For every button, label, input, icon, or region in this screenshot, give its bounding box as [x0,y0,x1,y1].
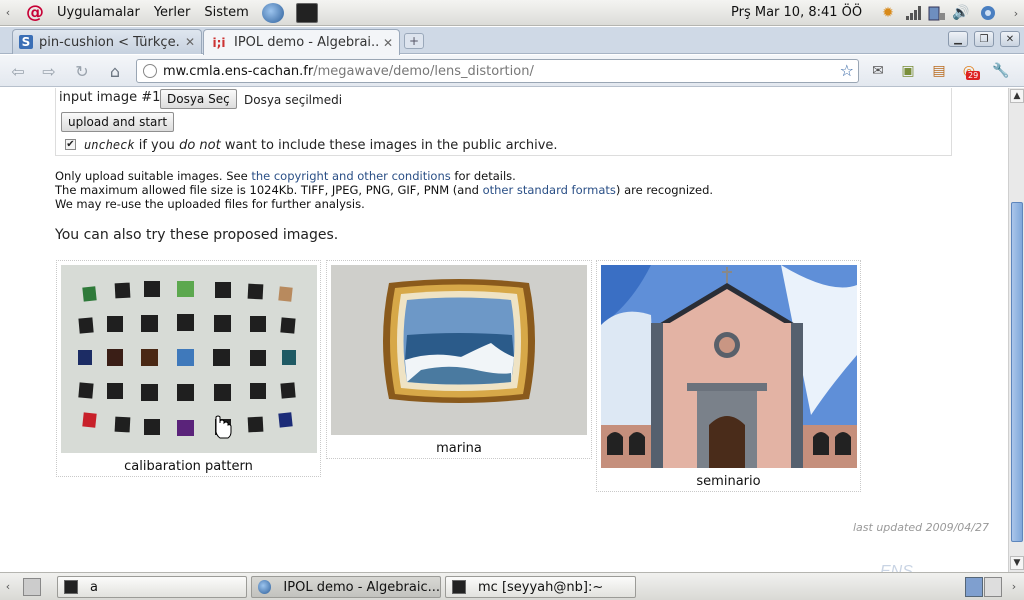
update-notifier-icon[interactable]: ✹ [878,3,898,23]
tab-ipol-demo[interactable]: i;i IPOL demo - Algebrai... ✕ [203,29,400,55]
scroll-up-icon[interactable]: ▲ [1010,89,1024,103]
copyright-link[interactable]: the copyright and other conditions [251,169,450,183]
volume-icon[interactable]: 🔊 [951,3,971,23]
tab-close-icon[interactable]: ✕ [185,35,195,49]
browser-toolbar: ⇦ ⇨ ↻ ⌂ mw.cmla.ens-cachan.fr/megawave/d… [0,55,1024,87]
note-line-2: The maximum allowed file size is 1024Kb.… [55,183,713,197]
vertical-scrollbar[interactable]: ▲ ▼ [1008,88,1024,572]
upload-and-start-button[interactable]: upload and start [61,112,175,132]
marina-image[interactable] [331,265,587,435]
thumbnail-caption[interactable]: seminario [596,474,861,489]
calibration-pattern-image[interactable] [61,265,317,453]
task-browser[interactable]: IPOL demo - Algebraic... [251,576,441,598]
panel-right-arrow-icon[interactable]: › [1008,0,1024,26]
close-window-button[interactable]: ✕ [1000,31,1020,47]
url-host: mw.cmla.ens-cachan.fr [163,63,314,79]
note-line-3: We may re-use the uploaded files for fur… [55,197,365,211]
url-path: /megawave/demo/lens_distortion/ [313,63,534,79]
consent-part-1: if you [138,138,175,153]
note-line-1: Only upload suitable images. See the cop… [55,169,516,183]
menu-system[interactable]: Sistem [197,5,255,20]
do-not-word: do not [179,138,221,153]
terminal-launcher-icon[interactable] [295,2,318,23]
scroll-down-icon[interactable]: ▼ [1010,556,1024,570]
maximize-button[interactable]: ❐ [974,31,994,47]
menu-places[interactable]: Yerler [147,5,198,20]
battery-icon[interactable] [926,3,946,23]
wrench-icon[interactable]: 🔧 [990,61,1012,81]
terminal-icon [452,580,466,594]
public-archive-checkbox[interactable]: ✔ [65,139,76,150]
browser-icon [258,580,272,594]
site-favicon-icon: S [19,35,33,49]
proposed-heading: You can also try these proposed images. [55,227,339,243]
ipol-favicon-icon: i;i [212,35,226,50]
address-bar[interactable]: mw.cmla.ens-cachan.fr/megawave/demo/lens… [136,59,859,83]
other-formats-link[interactable]: other standard formats [483,183,616,197]
seminario-image[interactable] [601,265,857,468]
archive-consent-text: uncheck if you do not want to include th… [84,138,558,153]
panel-clock[interactable]: Prş Mar 10, 8:41 ÖÖ [731,5,862,20]
no-file-chosen: Dosya seçilmedi [244,93,343,107]
browser-tray-icon[interactable] [978,3,998,23]
taskbar-right-arrow-icon[interactable]: › [1006,573,1022,599]
minimize-button[interactable]: ▁ [948,31,968,47]
archive-extension-icon[interactable]: ▤ [928,61,950,81]
reload-icon[interactable]: ↻ [70,60,94,82]
mail-extension-icon[interactable]: ✉ [867,61,889,81]
note-text: for details. [454,169,516,183]
last-updated: last updated 2009/04/27 [853,521,989,534]
uncheck-word: uncheck [84,138,135,152]
note-text: The maximum allowed file size is 1024Kb.… [55,183,479,197]
menu-applications[interactable]: Uygulamalar [50,5,147,20]
rss-extension-icon[interactable]: ◎29 [958,61,981,81]
home-icon[interactable]: ⌂ [103,60,127,82]
back-icon[interactable]: ⇦ [6,60,30,82]
input-image-label: input image #1 [59,90,161,105]
page-content: input image #1 Dosya Seç Dosya seçilmedi… [0,88,1008,572]
new-tab-button[interactable]: + [404,33,424,49]
note-text: Only upload suitable images. See [55,169,248,183]
task-terminal-a[interactable]: a [57,576,247,598]
panel-left-arrow-icon[interactable]: ‹ [0,0,16,26]
ens-logo-icon: ENS [880,563,913,572]
debian-icon[interactable]: @ [24,2,46,24]
package-extension-icon[interactable]: ▣ [897,61,919,81]
thumbnail-caption[interactable]: marina [326,441,592,456]
task-label: a [90,579,98,595]
workspace-2[interactable] [984,577,1002,597]
workspace-1[interactable] [965,577,983,597]
forward-icon[interactable]: ⇨ [37,60,61,82]
thumbnail-caption[interactable]: calibaration pattern [56,459,321,474]
page-info-icon[interactable] [143,64,157,78]
calendar-badge: 29 [966,71,981,80]
bottom-panel: ‹ a IPOL demo - Algebraic... mc [seyyah@… [0,572,1024,600]
show-desktop-icon[interactable] [23,578,41,596]
terminal-icon [64,580,78,594]
taskbar-left-arrow-icon[interactable]: ‹ [0,573,16,599]
top-panel: ‹ @ Uygulamalar Yerler Sistem [0,0,1024,26]
note-text: ) are recognized. [615,183,714,197]
task-label: IPOL demo - Algebraic... [283,579,440,595]
task-label: mc [seyyah@nb]:~ [478,579,604,595]
tab-label: IPOL demo - Algebrai... [234,35,379,50]
tab-close-icon[interactable]: ✕ [383,36,393,50]
tab-label: pin-cushion < Türkçe... [39,34,181,50]
choose-file-button[interactable]: Dosya Seç [160,89,237,109]
tab-pin-cushion[interactable]: S pin-cushion < Türkçe... ✕ [12,29,202,54]
scrollbar-thumb[interactable] [1011,202,1023,542]
consent-part-2: want to include these images in the publ… [224,138,558,153]
star-icon[interactable]: ☆ [840,61,854,80]
task-terminal-mc[interactable]: mc [seyyah@nb]:~ [445,576,636,598]
browser-launcher-icon[interactable] [261,2,284,23]
network-signal-icon[interactable] [903,3,923,23]
tab-strip: S pin-cushion < Türkçe... ✕ i;i IPOL dem… [0,27,1024,55]
svg-text:ENS: ENS [880,563,913,572]
